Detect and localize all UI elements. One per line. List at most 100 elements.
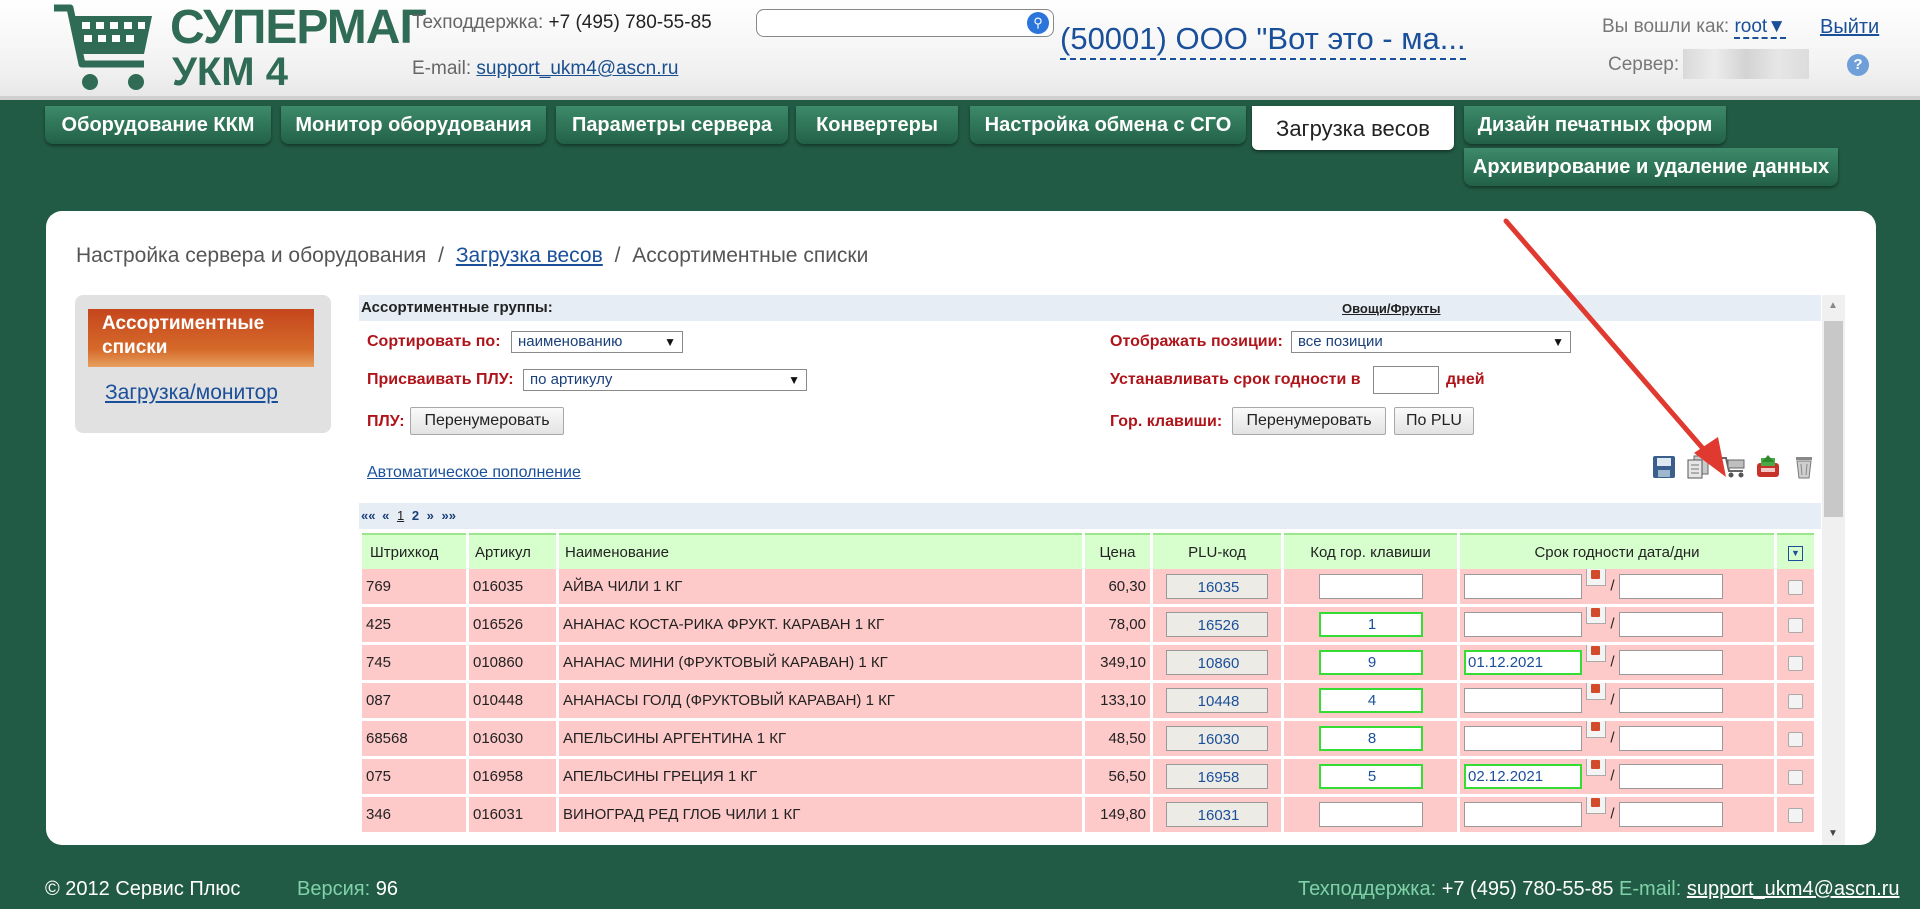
calendar-icon[interactable] [1586,757,1607,776]
copy-icon[interactable] [1685,455,1711,479]
col-price[interactable]: Цена [1082,533,1153,569]
tab-kkm-equipment[interactable]: Оборудование ККМ [45,106,271,144]
scroll-thumb[interactable] [1824,321,1843,517]
plu-code-field[interactable]: 16030 [1166,726,1268,751]
tab-converters[interactable]: Конвертеры [796,106,958,144]
plu-code-field[interactable]: 10448 [1166,688,1268,713]
header: СУПЕРМАГ УКМ 4 Техподдержка: +7 (495) 78… [0,0,1920,100]
row-checkbox[interactable] [1788,769,1803,785]
expiry-days-input[interactable] [1618,574,1723,599]
col-expiry[interactable]: Срок годности дата/дни [1457,533,1777,569]
select-all[interactable]: ▼ [1774,533,1817,569]
hotkeys-by-plu-button[interactable]: По PLU [1394,407,1474,435]
row-checkbox[interactable] [1788,579,1803,595]
col-hotkey[interactable]: Код гор. клавиши [1281,533,1460,569]
expiry-date-input[interactable] [1464,726,1582,751]
tab-print-forms-design[interactable]: Дизайн печатных форм [1464,106,1726,144]
table-row: 075 016958 АПЕЛЬСИНЫ ГРЕЦИЯ 1 КГ 56,50 16958… [359,757,1817,797]
expiry-days-input[interactable] [1618,802,1723,827]
hotkey-input[interactable]: 1 [1318,612,1423,637]
search-input[interactable]: ⚲ [756,9,1054,37]
pager-page-1[interactable]: 1 [397,508,404,523]
expiry-date-input[interactable] [1464,688,1582,713]
col-plu[interactable]: PLU-код [1150,533,1284,569]
show-select[interactable]: все позиции ▼ [1291,331,1571,353]
hotkey-input[interactable]: 4 [1318,688,1423,713]
calendar-icon[interactable] [1586,605,1607,624]
calendar-icon[interactable] [1586,643,1607,662]
upload-to-scales-icon[interactable] [1755,455,1781,479]
tab-server-params[interactable]: Параметры сервера [556,106,788,144]
expiry-days-input[interactable] [1618,612,1723,637]
expiry-date-input[interactable] [1464,802,1582,827]
plu-renumber-button[interactable]: Перенумеровать [410,407,564,435]
expiry-days-input[interactable] [1618,726,1723,751]
hotkeys-renumber-button[interactable]: Перенумеровать [1232,407,1386,435]
select-all-icon[interactable]: ▼ [1788,546,1803,561]
expiry-date-input[interactable] [1464,612,1582,637]
vertical-scrollbar[interactable]: ▲ ▼ [1822,295,1845,845]
save-icon[interactable] [1651,455,1677,479]
pager-last[interactable]: »» [442,508,456,523]
pager-next[interactable]: » [427,508,434,523]
pager-prev[interactable]: « [382,508,389,523]
trash-icon[interactable] [1791,455,1817,479]
sort-select[interactable]: наименованию ▼ [511,331,683,353]
row-checkbox[interactable] [1788,693,1803,709]
tab-equipment-monitor[interactable]: Монитор оборудования [281,106,546,144]
col-name[interactable]: Наименование [556,533,1085,569]
hotkey-input[interactable]: 9 [1318,650,1423,675]
plu-code-field[interactable]: 16035 [1166,574,1268,599]
expiry-days-input[interactable] [1618,688,1723,713]
auto-replenish-link[interactable]: Автоматическое пополнение [367,464,581,482]
expiry-date-input[interactable]: 01.12.2021 [1464,650,1582,675]
plu-code-field[interactable]: 16958 [1166,764,1268,789]
col-barcode[interactable]: Штрихкод [359,533,469,569]
assign-plu-select[interactable]: по артикулу ▼ [523,369,807,391]
scroll-up-icon[interactable]: ▲ [1828,300,1838,311]
hotkey-input[interactable]: 5 [1318,764,1423,789]
tab-scales-loading[interactable]: Загрузка весов [1252,106,1454,150]
cart-icon[interactable] [1721,455,1747,479]
sidebar-item-assortment[interactable]: Ассортиментные списки [88,309,314,367]
search-icon[interactable]: ⚲ [1027,12,1049,34]
logout-link[interactable]: Выйти [1820,16,1879,39]
hotkey-input[interactable]: 8 [1318,726,1423,751]
expiry-days-input[interactable] [1373,366,1439,394]
footer-support: Техподдержка: +7 (495) 780-55-85 E-mail:… [1298,878,1899,901]
row-checkbox[interactable] [1788,807,1803,823]
cell-barcode: 745 [359,643,469,683]
calendar-icon[interactable] [1586,681,1607,700]
row-checkbox[interactable] [1788,617,1803,633]
scroll-down-icon[interactable]: ▼ [1828,828,1838,839]
expiry-days-input[interactable] [1618,650,1723,675]
cell-barcode: 075 [359,757,469,797]
help-icon[interactable]: ? [1847,54,1869,76]
footer-support-label: Техподдержка: [1298,878,1437,900]
tab-archiving[interactable]: Архивирование и удаление данных [1464,148,1838,186]
row-checkbox[interactable] [1788,655,1803,671]
user-menu[interactable]: root▼ [1734,16,1787,39]
expiry-date-input[interactable]: 02.12.2021 [1464,764,1582,789]
calendar-icon[interactable] [1586,569,1607,586]
plu-code-field[interactable]: 16526 [1166,612,1268,637]
calendar-icon[interactable] [1586,719,1607,738]
plu-code-field[interactable]: 16031 [1166,802,1268,827]
plu-code-field[interactable]: 10860 [1166,650,1268,675]
sidebar-item-load-monitor[interactable]: Загрузка/монитор [105,381,278,405]
footer-email-link[interactable]: support_ukm4@ascn.ru [1687,878,1900,900]
expiry-date-input[interactable] [1464,574,1582,599]
breadcrumb-link-scales[interactable]: Загрузка весов [456,244,603,267]
organization-selector[interactable]: (50001) ООО "Вот это - ма... [1060,20,1466,60]
support-email-link[interactable]: support_ukm4@ascn.ru [476,58,678,79]
calendar-icon[interactable] [1586,795,1607,814]
tab-sgo-exchange[interactable]: Настройка обмена с СГО [970,106,1246,144]
pager-page-2[interactable]: 2 [412,508,419,523]
col-article[interactable]: Артикул [466,533,559,569]
expiry-days-input[interactable] [1618,764,1723,789]
pager-first[interactable]: «« [361,508,375,523]
hotkey-input[interactable] [1318,574,1423,599]
row-checkbox[interactable] [1788,731,1803,747]
hotkey-input[interactable] [1318,802,1423,827]
group-link-vegetables-fruits[interactable]: Овощи/Фрукты [1342,301,1441,316]
